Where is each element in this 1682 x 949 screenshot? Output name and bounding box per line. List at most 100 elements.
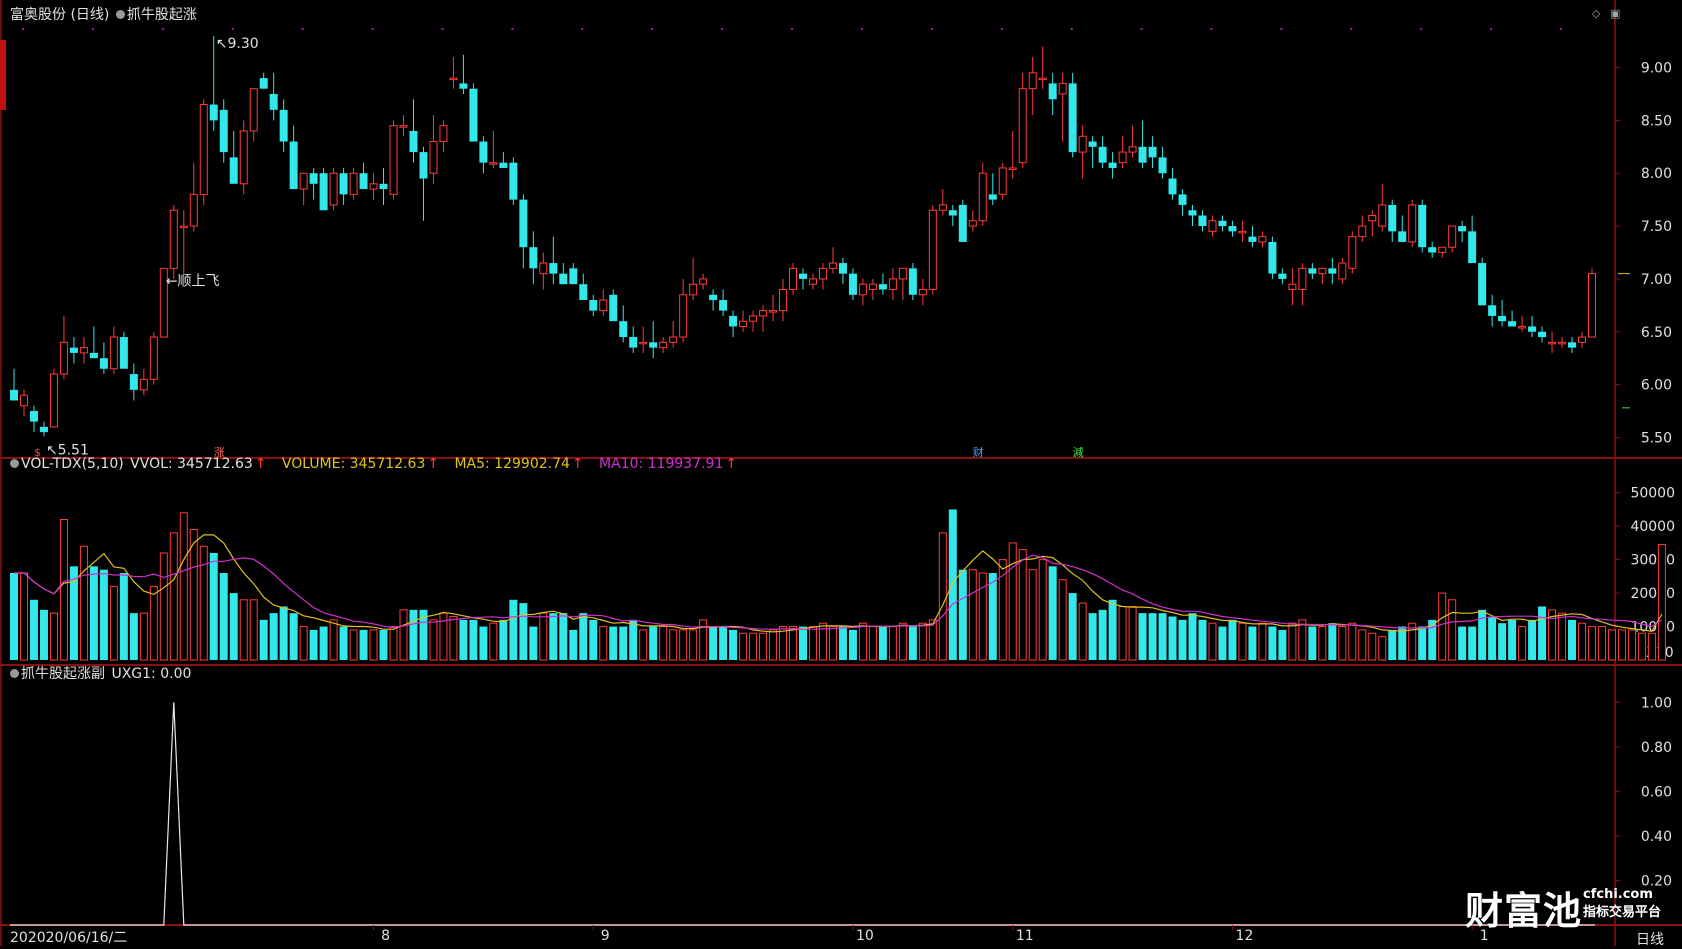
- price-axis-label: 7.50: [1641, 219, 1672, 235]
- volume-arrow: ↑: [427, 456, 440, 472]
- top-marker-dot: [1560, 28, 1563, 30]
- volume-bar-up: [1558, 612, 1567, 661]
- candle-down: [29, 411, 38, 422]
- candle-up: [918, 288, 927, 296]
- diamond-icon[interactable]: ◇: [1592, 7, 1600, 20]
- volume-bar-up: [1358, 629, 1367, 661]
- candle-up: [489, 162, 498, 165]
- volume-bar-up: [449, 616, 458, 661]
- price-axis-label: 6.50: [1641, 325, 1672, 341]
- volume-bar-down: [479, 626, 488, 660]
- volume-bar-down: [29, 599, 38, 660]
- volume-bar-down: [988, 573, 997, 660]
- top-marker-dot: [1070, 28, 1073, 30]
- candle-down: [1198, 215, 1207, 227]
- candle-down: [908, 268, 917, 295]
- window-icon[interactable]: ▣: [1610, 7, 1620, 20]
- ma5-value: MA5: 129902.74: [454, 456, 570, 472]
- candle-down: [589, 300, 598, 311]
- candle-up: [1448, 225, 1457, 248]
- volume-bar-up: [858, 622, 867, 661]
- volume-bar-down: [1088, 613, 1097, 660]
- volume-bar-up: [669, 629, 678, 661]
- indicator-name[interactable]: 抓牛股起涨: [127, 7, 197, 23]
- volume-bar-down: [1528, 619, 1537, 660]
- sub-indicator-toggle-icon[interactable]: [10, 668, 19, 678]
- candle-up: [439, 125, 448, 143]
- candle-up: [759, 310, 768, 317]
- volume-bar-up: [1627, 629, 1636, 661]
- volume-bar-down: [589, 619, 598, 660]
- volume-indicator-name[interactable]: VOL-TDX(5,10): [21, 456, 124, 472]
- volume-bar-up: [918, 622, 927, 661]
- candle-down: [209, 104, 218, 121]
- sub-axis-label: 1.00: [1641, 695, 1672, 711]
- volume-bar-down: [269, 613, 278, 660]
- volume-bar-down: [619, 626, 628, 660]
- volume-bar-up: [139, 612, 148, 661]
- candle-down: [1458, 226, 1467, 232]
- indicator-toggle-icon[interactable]: [115, 9, 125, 19]
- volume-bar-up: [1647, 632, 1656, 661]
- candle-down: [269, 93, 278, 110]
- candle-down: [279, 109, 288, 142]
- volume-bar-up: [1058, 579, 1067, 661]
- candle-up: [79, 347, 88, 354]
- volume-bar-up: [828, 626, 837, 661]
- volume-bar-down: [1138, 613, 1147, 660]
- watermark-site: cfchi.com: [1583, 887, 1653, 902]
- price-axis-label: 7.00: [1641, 272, 1672, 288]
- candle-up: [299, 172, 308, 190]
- volume-bar-up: [299, 626, 308, 661]
- candle-down: [1068, 83, 1077, 153]
- candle-up: [539, 262, 548, 275]
- volume-bar-up: [149, 585, 158, 661]
- volume-bar-down: [1198, 619, 1207, 660]
- volume-bar-down: [1168, 616, 1177, 660]
- period-label[interactable]: 日线: [1636, 929, 1664, 949]
- volume-bar-up: [189, 529, 198, 661]
- ma10-line: [14, 554, 1663, 630]
- candle-up: [779, 288, 788, 312]
- candle-down: [1228, 226, 1237, 232]
- uxg1-value: UXG1: 0.00: [111, 666, 192, 682]
- candle-up: [968, 220, 977, 227]
- volume-bar-down: [1568, 619, 1577, 660]
- candle-down: [69, 347, 78, 353]
- candle-up: [1368, 215, 1377, 222]
- volume-bar-down: [729, 629, 738, 660]
- volume-bar-up: [1578, 622, 1587, 661]
- volume-toggle-icon[interactable]: [10, 458, 19, 468]
- price-axis-label: 8.50: [1641, 113, 1672, 129]
- sub-indicator-header: 抓牛股起涨副 UXG1: 0.00: [10, 663, 193, 683]
- top-marker-dot: [1000, 28, 1003, 30]
- volume-bar-up: [429, 619, 438, 661]
- candle-down: [1388, 204, 1397, 232]
- volume-bar-up: [1438, 592, 1447, 661]
- candle-up: [689, 283, 698, 296]
- volume-bar-down: [1218, 626, 1227, 660]
- candle-up: [928, 209, 937, 290]
- volume-bar-down: [10, 573, 18, 660]
- sub-indicator-name[interactable]: 抓牛股起涨副: [21, 666, 105, 682]
- candle-down: [1178, 194, 1187, 205]
- volume-bar-down: [279, 606, 288, 660]
- candle-up: [1288, 283, 1297, 290]
- candle-up: [199, 104, 208, 195]
- mark-cai: 财: [973, 445, 984, 459]
- candle-down: [629, 337, 638, 348]
- candle-down: [1508, 321, 1517, 327]
- price-axis-label: 6.00: [1641, 378, 1672, 394]
- candle-up: [749, 315, 758, 322]
- candle-up: [1558, 341, 1567, 345]
- candle-up: [789, 267, 798, 290]
- candle-up: [599, 299, 608, 312]
- volume-bar-up: [938, 532, 947, 661]
- top-marker-dot: [161, 28, 164, 30]
- volume-bar-down: [719, 626, 728, 660]
- candle-down: [1098, 146, 1107, 163]
- volume-bar-down: [799, 626, 807, 660]
- volume-header: VOL-TDX(5,10) VVOL: 345712.63 ↑ VOLUME: 3…: [10, 456, 739, 472]
- x-axis-first-date: 202020/06/16/二: [10, 930, 128, 946]
- volume-bar-down: [848, 629, 857, 660]
